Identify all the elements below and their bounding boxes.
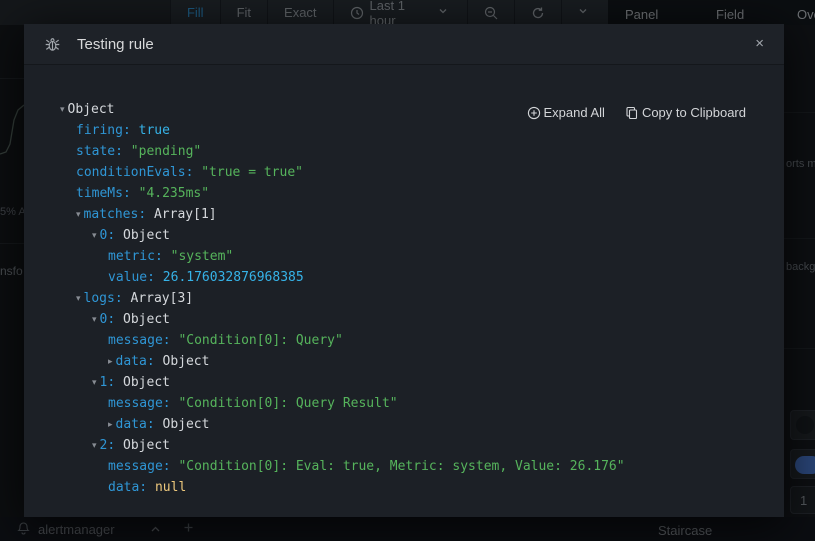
screen: Fill Fit Exact Last 1 hour: [0, 0, 815, 541]
json-value: Object: [123, 375, 170, 390]
modal-header: Testing rule ×: [24, 24, 784, 65]
json-key: message:: [108, 396, 171, 411]
bug-icon: [44, 36, 61, 53]
json-tree-row: firing: true: [24, 120, 784, 141]
json-tree-row[interactable]: ▾1: Object: [24, 372, 784, 393]
json-tree-row[interactable]: ▾2: Object: [24, 435, 784, 456]
json-key: logs:: [84, 291, 123, 306]
json-value: Object: [123, 312, 170, 327]
json-tree-row: message: "Condition[0]: Query": [24, 330, 784, 351]
json-key: 0:: [100, 312, 116, 327]
collapse-toggle-icon[interactable]: ▾: [60, 105, 65, 115]
json-value: "system": [171, 249, 234, 264]
json-value: "4.235ms": [139, 186, 209, 201]
modal-body: Expand All Copy to Clipboard ▾Objectfiri…: [24, 65, 784, 517]
collapse-toggle-icon[interactable]: ▾: [92, 315, 97, 325]
json-value: "true = true": [201, 165, 303, 180]
json-tree: ▾Objectfiring: truestate: "pending"condi…: [24, 99, 784, 498]
json-value: Array[1]: [154, 207, 217, 222]
json-key: message:: [108, 459, 171, 474]
collapse-toggle-icon[interactable]: ▾: [76, 210, 81, 220]
expand-toggle-icon[interactable]: ▸: [108, 420, 113, 430]
json-tree-row[interactable]: ▾logs: Array[3]: [24, 288, 784, 309]
json-tree-row: message: "Condition[0]: Query Result": [24, 393, 784, 414]
expand-all-button[interactable]: Expand All: [527, 105, 605, 120]
json-value: "Condition[0]: Query Result": [178, 396, 397, 411]
json-key: firing:: [76, 123, 131, 138]
collapse-toggle-icon[interactable]: ▾: [92, 231, 97, 241]
json-key: message:: [108, 333, 171, 348]
json-value: Object: [123, 228, 170, 243]
json-tree-row: message: "Condition[0]: Eval: true, Metr…: [24, 456, 784, 477]
json-tree-row: value: 26.176032876968385: [24, 267, 784, 288]
json-tree-row: timeMs: "4.235ms": [24, 183, 784, 204]
json-value: null: [155, 480, 186, 495]
json-value: Object: [163, 417, 210, 432]
json-tree-row[interactable]: ▾0: Object: [24, 309, 784, 330]
json-key: 0:: [100, 228, 116, 243]
json-value: "Condition[0]: Eval: true, Metric: syste…: [178, 459, 624, 474]
copy-to-clipboard-label: Copy to Clipboard: [642, 105, 746, 120]
json-key: value:: [108, 270, 155, 285]
json-tree-row: data: null: [24, 477, 784, 498]
modal-title: Testing rule: [77, 36, 154, 53]
json-key: metric:: [108, 249, 163, 264]
expand-toggle-icon[interactable]: ▸: [108, 357, 113, 367]
json-value: Object: [123, 438, 170, 453]
json-key: conditionEvals:: [76, 165, 193, 180]
json-value: Object: [163, 354, 210, 369]
expand-all-label: Expand All: [544, 105, 605, 120]
testing-rule-modal: Testing rule × Expand All Copy to Clipbo…: [24, 24, 784, 517]
collapse-toggle-icon[interactable]: ▾: [92, 378, 97, 388]
json-key: 1:: [100, 375, 116, 390]
copy-to-clipboard-button[interactable]: Copy to Clipboard: [625, 105, 746, 120]
json-value: 26.176032876968385: [163, 270, 304, 285]
json-tree-row: conditionEvals: "true = true": [24, 162, 784, 183]
json-tree-row[interactable]: ▸data: Object: [24, 351, 784, 372]
json-key: matches:: [84, 207, 147, 222]
json-tree-row[interactable]: ▾matches: Array[1]: [24, 204, 784, 225]
json-tree-row[interactable]: ▸data: Object: [24, 414, 784, 435]
json-key: timeMs:: [76, 186, 131, 201]
json-key: 2:: [100, 438, 116, 453]
json-actions: Expand All Copy to Clipboard: [527, 105, 747, 120]
json-key: data:: [108, 480, 147, 495]
json-key: data:: [116, 417, 155, 432]
json-value: Object: [68, 102, 115, 117]
close-icon[interactable]: ×: [755, 34, 764, 54]
json-tree-row: metric: "system": [24, 246, 784, 267]
json-value: "Condition[0]: Query": [178, 333, 342, 348]
json-tree-row: state: "pending": [24, 141, 784, 162]
collapse-toggle-icon[interactable]: ▾: [92, 441, 97, 451]
json-value: true: [139, 123, 170, 138]
json-tree-row[interactable]: ▾0: Object: [24, 225, 784, 246]
json-key: state:: [76, 144, 123, 159]
json-key: data:: [116, 354, 155, 369]
json-value: "pending": [131, 144, 201, 159]
collapse-toggle-icon[interactable]: ▾: [76, 294, 81, 304]
json-value: Array[3]: [131, 291, 194, 306]
